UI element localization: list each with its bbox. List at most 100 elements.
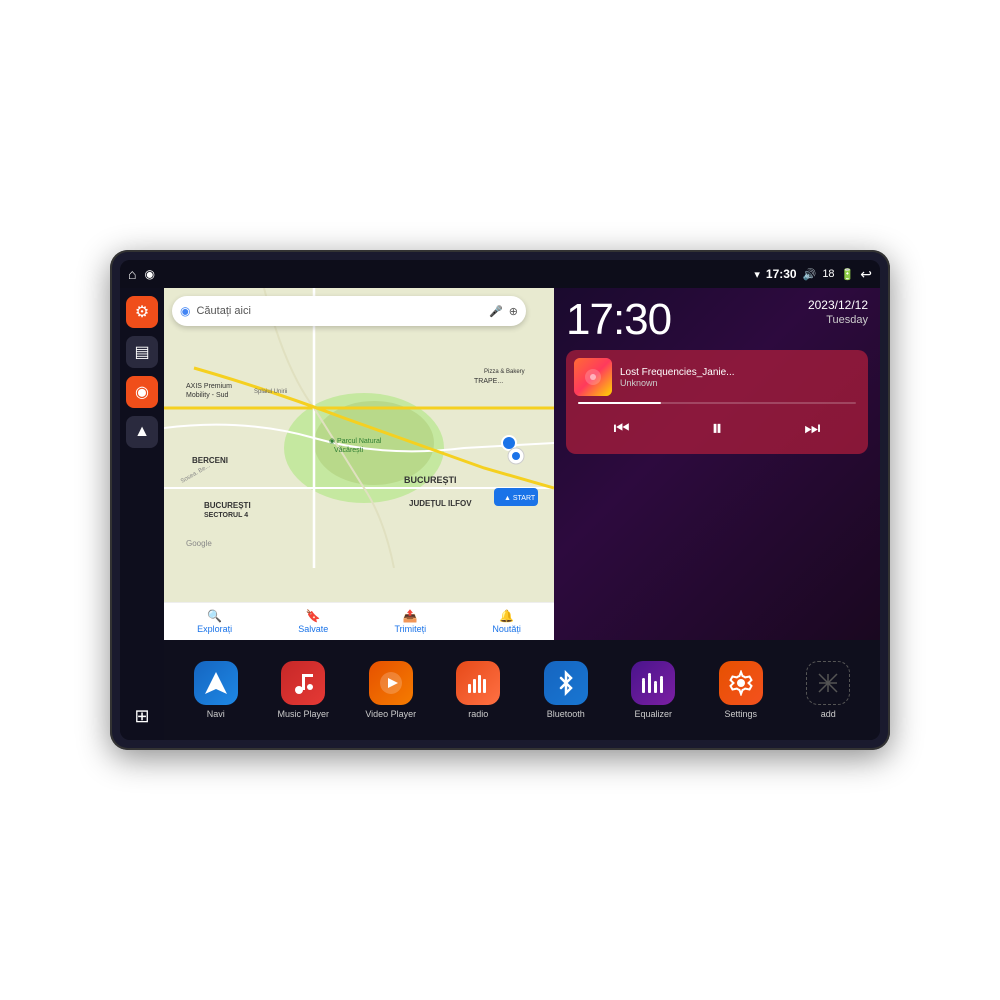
app-video-player[interactable]: Video Player — [361, 661, 421, 719]
next-button[interactable]: ⏭ — [796, 412, 828, 444]
svg-text:Văcărești: Văcărești — [334, 447, 364, 454]
equalizer-label: Equalizer — [634, 709, 672, 719]
clock-display: 17:30 2023/12/12 Tuesday — [566, 298, 868, 342]
music-top: Lost Frequencies_Janie... Unknown — [574, 358, 860, 396]
news-icon: 🔔 — [499, 609, 514, 623]
center-area: ◉ Căutați aici 🎤 ⊕ — [164, 288, 880, 740]
sidebar-btn-files[interactable]: ▤ — [126, 336, 158, 368]
battery-icon: 🔋 — [841, 268, 855, 281]
nav-arrow-icon: ▲ — [134, 423, 150, 441]
files-icon: ▤ — [134, 342, 149, 362]
clock-music-panel: 17:30 2023/12/12 Tuesday — [554, 288, 880, 640]
radio-icon — [456, 661, 500, 705]
music-artist: Unknown — [620, 378, 860, 388]
settings-label: Settings — [724, 709, 757, 719]
radio-label: radio — [468, 709, 488, 719]
map-nav-share[interactable]: 📤 Trimiteți — [395, 609, 427, 634]
svg-text:AXIS Premium: AXIS Premium — [186, 383, 232, 390]
map-nav-saved[interactable]: 🔖 Salvate — [298, 609, 328, 634]
map-svg: AXIS Premium Mobility - Sud TRAPE... Piz… — [164, 288, 554, 568]
status-bar: ⌂ ◉ ▾ 17:30 🔊 18 🔋 ↩ — [120, 260, 880, 288]
music-controls: ⏮ ⏸ ⏭ — [574, 410, 860, 446]
app-settings[interactable]: Settings — [711, 661, 771, 719]
clock-time: 17:30 — [566, 298, 671, 342]
status-left: ⌂ ◉ — [128, 266, 155, 282]
svg-text:Mobility - Sud: Mobility - Sud — [186, 392, 229, 399]
explore-icon: 🔍 — [207, 609, 222, 623]
music-player: Lost Frequencies_Janie... Unknown ⏮ ⏸ ⏭ — [566, 350, 868, 454]
sidebar-btn-maps[interactable]: ◉ — [126, 376, 158, 408]
home-icon[interactable]: ⌂ — [128, 266, 136, 282]
music-player-icon — [281, 661, 325, 705]
settings-app-icon — [719, 661, 763, 705]
music-title: Lost Frequencies_Janie... — [620, 367, 860, 378]
sidebar-btn-settings[interactable]: ⚙ — [126, 296, 158, 328]
app-navi[interactable]: Navi — [186, 661, 246, 719]
share-icon: 📤 — [403, 609, 418, 623]
svg-text:Splaiul Unirii: Splaiul Unirii — [254, 389, 287, 395]
svg-text:BERCENI: BERCENI — [192, 456, 228, 465]
app-music-player[interactable]: Music Player — [273, 661, 333, 719]
maps-status-icon[interactable]: ◉ — [144, 267, 154, 281]
navi-label: Navi — [207, 709, 225, 719]
map-nav-explore[interactable]: 🔍 Explorați — [197, 609, 232, 634]
status-time: 17:30 — [766, 267, 797, 281]
map-nav-news[interactable]: 🔔 Noutăți — [492, 609, 521, 634]
add-label: add — [821, 709, 836, 719]
google-maps-icon: ◉ — [180, 304, 190, 318]
svg-text:SECTORUL 4: SECTORUL 4 — [204, 512, 248, 519]
map-pin-icon: ◉ — [135, 382, 149, 402]
sidebar-btn-grid[interactable]: ⊞ — [126, 700, 158, 732]
svg-text:Google: Google — [186, 539, 212, 548]
explore-label: Explorați — [197, 624, 232, 634]
prev-button[interactable]: ⏮ — [606, 412, 638, 444]
video-player-icon — [369, 661, 413, 705]
album-art — [574, 358, 612, 396]
grid-icon: ⊞ — [134, 706, 149, 727]
map-search-text: Căutați aici — [196, 305, 483, 317]
app-radio[interactable]: radio — [448, 661, 508, 719]
top-row: ◉ Căutați aici 🎤 ⊕ — [164, 288, 880, 640]
svg-text:JUDEȚUL ILFOV: JUDEȚUL ILFOV — [409, 499, 472, 508]
wifi-icon: ▾ — [754, 268, 760, 281]
add-icon — [806, 661, 850, 705]
map-panel[interactable]: ◉ Căutați aici 🎤 ⊕ — [164, 288, 554, 640]
clock-date-block: 2023/12/12 Tuesday — [808, 298, 868, 326]
music-progress-bar[interactable] — [578, 402, 856, 404]
car-head-unit: ⌂ ◉ ▾ 17:30 🔊 18 🔋 ↩ ⚙ ▤ — [110, 250, 890, 750]
saved-label: Salvate — [298, 624, 328, 634]
news-label: Noutăți — [492, 624, 521, 634]
play-pause-button[interactable]: ⏸ — [701, 412, 733, 444]
equalizer-icon — [631, 661, 675, 705]
screen: ⌂ ◉ ▾ 17:30 🔊 18 🔋 ↩ ⚙ ▤ — [120, 260, 880, 740]
sidebar: ⚙ ▤ ◉ ▲ ⊞ — [120, 288, 164, 740]
map-bottom-nav: 🔍 Explorați 🔖 Salvate 📤 Trimiteți — [164, 602, 554, 640]
map-search-bar[interactable]: ◉ Căutați aici 🎤 ⊕ — [172, 296, 526, 326]
back-icon[interactable]: ↩ — [860, 266, 872, 283]
share-label: Trimiteți — [395, 624, 427, 634]
layers-icon[interactable]: ⊕ — [509, 305, 518, 318]
sidebar-btn-nav[interactable]: ▲ — [126, 416, 158, 448]
app-equalizer[interactable]: Equalizer — [623, 661, 683, 719]
saved-icon: 🔖 — [306, 609, 321, 623]
clock-date: 2023/12/12 — [808, 298, 868, 314]
battery-level: 18 — [822, 268, 834, 280]
main-content: ⚙ ▤ ◉ ▲ ⊞ — [120, 288, 880, 740]
music-progress-fill — [578, 402, 661, 404]
mic-icon[interactable]: 🎤 — [489, 305, 503, 318]
music-info: Lost Frequencies_Janie... Unknown — [620, 367, 860, 388]
app-add[interactable]: add — [798, 661, 858, 719]
app-bluetooth[interactable]: Bluetooth — [536, 661, 596, 719]
video-player-label: Video Player — [365, 709, 416, 719]
clock-day: Tuesday — [808, 314, 868, 326]
svg-text:BUCUREȘTI: BUCUREȘTI — [204, 501, 251, 510]
volume-icon: 🔊 — [803, 268, 817, 281]
bluetooth-label: Bluetooth — [547, 709, 585, 719]
svg-text:▲ START: ▲ START — [504, 495, 536, 502]
svg-text:◉ Parcul Natural: ◉ Parcul Natural — [329, 438, 382, 445]
settings-icon: ⚙ — [135, 302, 149, 322]
status-right: ▾ 17:30 🔊 18 🔋 ↩ — [754, 266, 872, 283]
svg-text:BUCUREȘTI: BUCUREȘTI — [404, 475, 457, 485]
app-grid: Navi Music Player — [164, 640, 880, 740]
navi-icon — [194, 661, 238, 705]
